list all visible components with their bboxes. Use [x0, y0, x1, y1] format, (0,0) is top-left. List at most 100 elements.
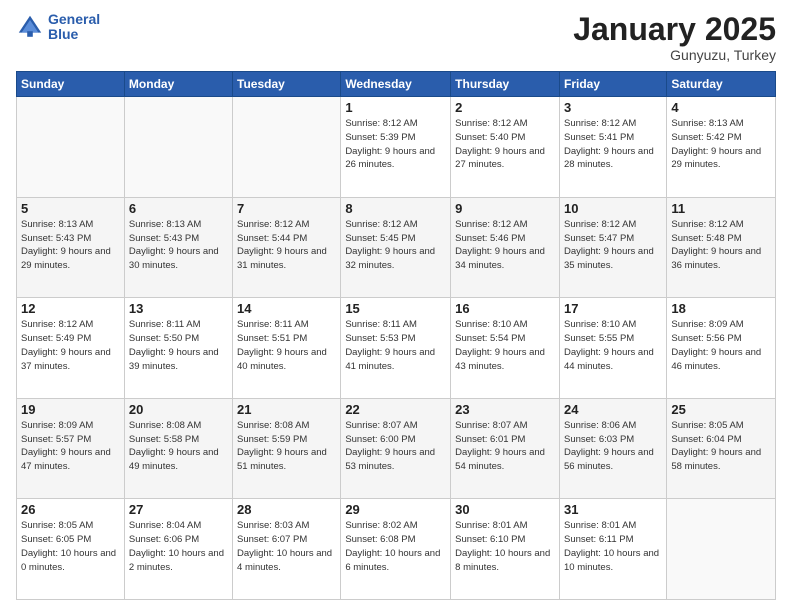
weekday-header-thursday: Thursday: [451, 72, 560, 97]
day-info: Sunrise: 8:09 AM Sunset: 5:57 PM Dayligh…: [21, 419, 120, 474]
calendar-cell: 27 Sunrise: 8:04 AM Sunset: 6:06 PM Dayli…: [124, 499, 232, 600]
day-info: Sunrise: 8:01 AM Sunset: 6:10 PM Dayligh…: [455, 519, 555, 574]
day-info: Sunrise: 8:05 AM Sunset: 6:05 PM Dayligh…: [21, 519, 120, 574]
day-number: 5: [21, 201, 120, 216]
day-number: 8: [345, 201, 446, 216]
day-info: Sunrise: 8:02 AM Sunset: 6:08 PM Dayligh…: [345, 519, 446, 574]
day-number: 21: [237, 402, 336, 417]
day-number: 13: [129, 301, 228, 316]
calendar: SundayMondayTuesdayWednesdayThursdayFrid…: [16, 71, 776, 600]
day-number: 26: [21, 502, 120, 517]
calendar-cell: 15 Sunrise: 8:11 AM Sunset: 5:53 PM Dayli…: [341, 298, 451, 399]
logo: General Blue: [16, 12, 100, 43]
day-info: Sunrise: 8:08 AM Sunset: 5:59 PM Dayligh…: [237, 419, 336, 474]
weekday-header-saturday: Saturday: [667, 72, 776, 97]
weekday-header-sunday: Sunday: [17, 72, 125, 97]
day-number: 27: [129, 502, 228, 517]
day-number: 12: [21, 301, 120, 316]
calendar-cell: 18Sunrise: 8:09 AM Sunset: 5:56 PM Dayli…: [667, 298, 776, 399]
calendar-cell: 26 Sunrise: 8:05 AM Sunset: 6:05 PM Dayli…: [17, 499, 125, 600]
day-info: Sunrise: 8:12 AM Sunset: 5:48 PM Dayligh…: [671, 218, 771, 273]
calendar-cell: 25 Sunrise: 8:05 AM Sunset: 6:04 PM Dayli…: [667, 398, 776, 499]
page: General Blue January 2025 Gunyuzu, Turke…: [0, 0, 792, 612]
weekday-header-friday: Friday: [559, 72, 666, 97]
day-info: Sunrise: 8:09 AM Sunset: 5:56 PM Dayligh…: [671, 318, 771, 373]
day-info: Sunrise: 8:12 AM Sunset: 5:49 PM Dayligh…: [21, 318, 120, 373]
calendar-cell: 7Sunrise: 8:12 AM Sunset: 5:44 PM Daylig…: [233, 197, 341, 298]
calendar-cell: 13 Sunrise: 8:11 AM Sunset: 5:50 PM Dayli…: [124, 298, 232, 399]
day-number: 23: [455, 402, 555, 417]
day-number: 11: [671, 201, 771, 216]
day-info: Sunrise: 8:11 AM Sunset: 5:53 PM Dayligh…: [345, 318, 446, 373]
day-info: Sunrise: 8:12 AM Sunset: 5:47 PM Dayligh…: [564, 218, 662, 273]
calendar-cell: 11 Sunrise: 8:12 AM Sunset: 5:48 PM Dayli…: [667, 197, 776, 298]
calendar-cell: [17, 97, 125, 198]
logo-icon: [16, 13, 44, 41]
calendar-cell: [667, 499, 776, 600]
day-number: 28: [237, 502, 336, 517]
month-title: January 2025: [573, 12, 776, 47]
day-number: 6: [129, 201, 228, 216]
logo-line2: Blue: [48, 27, 100, 42]
day-info: Sunrise: 8:05 AM Sunset: 6:04 PM Dayligh…: [671, 419, 771, 474]
day-number: 10: [564, 201, 662, 216]
calendar-week-row: 1Sunrise: 8:12 AM Sunset: 5:39 PM Daylig…: [17, 97, 776, 198]
day-number: 19: [21, 402, 120, 417]
logo-line1: General: [48, 12, 100, 27]
day-info: Sunrise: 8:08 AM Sunset: 5:58 PM Dayligh…: [129, 419, 228, 474]
day-number: 31: [564, 502, 662, 517]
day-number: 15: [345, 301, 446, 316]
day-number: 20: [129, 402, 228, 417]
calendar-cell: 29 Sunrise: 8:02 AM Sunset: 6:08 PM Dayli…: [341, 499, 451, 600]
calendar-cell: 19 Sunrise: 8:09 AM Sunset: 5:57 PM Dayli…: [17, 398, 125, 499]
day-number: 3: [564, 100, 662, 115]
day-info: Sunrise: 8:12 AM Sunset: 5:46 PM Dayligh…: [455, 218, 555, 273]
title-block: January 2025 Gunyuzu, Turkey: [573, 12, 776, 63]
calendar-cell: [233, 97, 341, 198]
calendar-week-row: 5 Sunrise: 8:13 AM Sunset: 5:43 PM Daylig…: [17, 197, 776, 298]
weekday-header-monday: Monday: [124, 72, 232, 97]
day-number: 22: [345, 402, 446, 417]
calendar-cell: [124, 97, 232, 198]
day-info: Sunrise: 8:03 AM Sunset: 6:07 PM Dayligh…: [237, 519, 336, 574]
day-info: Sunrise: 8:13 AM Sunset: 5:42 PM Dayligh…: [671, 117, 771, 172]
location-subtitle: Gunyuzu, Turkey: [573, 47, 776, 63]
logo-text: General Blue: [48, 12, 100, 43]
calendar-cell: 16 Sunrise: 8:10 AM Sunset: 5:54 PM Dayli…: [451, 298, 560, 399]
day-info: Sunrise: 8:12 AM Sunset: 5:39 PM Dayligh…: [345, 117, 446, 172]
day-number: 9: [455, 201, 555, 216]
day-info: Sunrise: 8:07 AM Sunset: 6:01 PM Dayligh…: [455, 419, 555, 474]
calendar-header: SundayMondayTuesdayWednesdayThursdayFrid…: [17, 72, 776, 97]
calendar-cell: 20 Sunrise: 8:08 AM Sunset: 5:58 PM Dayli…: [124, 398, 232, 499]
calendar-cell: 1Sunrise: 8:12 AM Sunset: 5:39 PM Daylig…: [341, 97, 451, 198]
calendar-cell: 22 Sunrise: 8:07 AM Sunset: 6:00 PM Dayli…: [341, 398, 451, 499]
calendar-cell: 14Sunrise: 8:11 AM Sunset: 5:51 PM Dayli…: [233, 298, 341, 399]
calendar-cell: 21 Sunrise: 8:08 AM Sunset: 5:59 PM Dayli…: [233, 398, 341, 499]
calendar-cell: 8Sunrise: 8:12 AM Sunset: 5:45 PM Daylig…: [341, 197, 451, 298]
day-number: 16: [455, 301, 555, 316]
day-info: Sunrise: 8:11 AM Sunset: 5:50 PM Dayligh…: [129, 318, 228, 373]
calendar-cell: 6Sunrise: 8:13 AM Sunset: 5:43 PM Daylig…: [124, 197, 232, 298]
day-info: Sunrise: 8:10 AM Sunset: 5:55 PM Dayligh…: [564, 318, 662, 373]
day-info: Sunrise: 8:04 AM Sunset: 6:06 PM Dayligh…: [129, 519, 228, 574]
calendar-cell: 17Sunrise: 8:10 AM Sunset: 5:55 PM Dayli…: [559, 298, 666, 399]
weekday-header-tuesday: Tuesday: [233, 72, 341, 97]
calendar-cell: 10 Sunrise: 8:12 AM Sunset: 5:47 PM Dayli…: [559, 197, 666, 298]
day-info: Sunrise: 8:13 AM Sunset: 5:43 PM Dayligh…: [21, 218, 120, 273]
day-number: 29: [345, 502, 446, 517]
calendar-cell: 3Sunrise: 8:12 AM Sunset: 5:41 PM Daylig…: [559, 97, 666, 198]
day-number: 24: [564, 402, 662, 417]
calendar-week-row: 26 Sunrise: 8:05 AM Sunset: 6:05 PM Dayli…: [17, 499, 776, 600]
calendar-cell: 12 Sunrise: 8:12 AM Sunset: 5:49 PM Dayli…: [17, 298, 125, 399]
day-info: Sunrise: 8:10 AM Sunset: 5:54 PM Dayligh…: [455, 318, 555, 373]
day-number: 14: [237, 301, 336, 316]
calendar-cell: 28 Sunrise: 8:03 AM Sunset: 6:07 PM Dayli…: [233, 499, 341, 600]
calendar-cell: 24Sunrise: 8:06 AM Sunset: 6:03 PM Dayli…: [559, 398, 666, 499]
day-info: Sunrise: 8:01 AM Sunset: 6:11 PM Dayligh…: [564, 519, 662, 574]
header: General Blue January 2025 Gunyuzu, Turke…: [16, 12, 776, 63]
calendar-cell: 5 Sunrise: 8:13 AM Sunset: 5:43 PM Daylig…: [17, 197, 125, 298]
day-info: Sunrise: 8:07 AM Sunset: 6:00 PM Dayligh…: [345, 419, 446, 474]
day-number: 25: [671, 402, 771, 417]
calendar-cell: 4Sunrise: 8:13 AM Sunset: 5:42 PM Daylig…: [667, 97, 776, 198]
day-number: 7: [237, 201, 336, 216]
